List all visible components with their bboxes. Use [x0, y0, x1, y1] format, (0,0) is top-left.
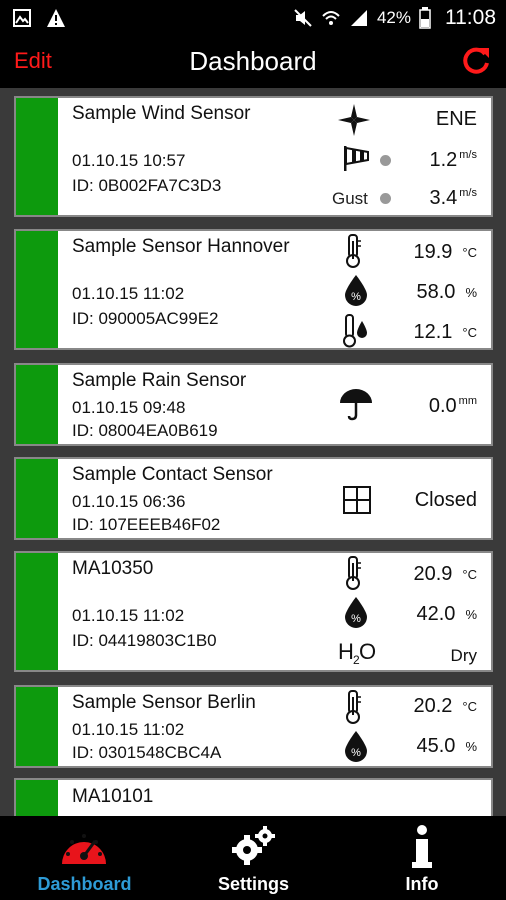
sensor-name: Sample Wind Sensor [72, 103, 251, 124]
humidity: 42.0% [416, 603, 478, 625]
gears-icon [232, 826, 275, 865]
battery-icon [419, 7, 431, 29]
dewpoint: 12.1 °C [413, 321, 477, 343]
tab-info[interactable]: Info [338, 816, 506, 900]
humidity: 45.0% [416, 735, 478, 757]
water-state: Dry [450, 646, 477, 665]
sensor-timestamp: 01.10.15 10:57 [72, 151, 186, 170]
page-title: Dashboard [189, 46, 317, 76]
gallery-icon [13, 9, 31, 27]
sensor-timestamp: 01.10.15 06:36 [72, 492, 186, 511]
status-bar-green [16, 553, 58, 670]
sensor-name: Sample Contact Sensor [72, 464, 273, 485]
sensor-card-ma10101[interactable]: MA10101 [14, 778, 493, 816]
sensor-id: ID: 08004EA0B619 [72, 421, 218, 440]
battery-percent: 42% [376, 8, 411, 27]
sensor-timestamp: 01.10.15 11:02 [72, 720, 185, 739]
sensor-list[interactable]: Sample Wind Sensor 01.10.15 10:57 ID: 0B… [0, 88, 506, 816]
svg-text:%: % [351, 291, 361, 303]
svg-text:O: O [359, 639, 376, 664]
dewpoint-icon [343, 314, 367, 348]
wind-gust: 3.4 m/s [429, 187, 477, 209]
sensor-id: ID: 0B002FA7C3D3 [72, 176, 222, 195]
sensor-name: MA10101 [72, 786, 154, 807]
wind-speed: 1.2 m/s [429, 149, 477, 171]
sensor-card-hannover[interactable]: Sample Sensor Hannover 01.10.15 11:02 ID… [14, 229, 493, 350]
tab-dashboard[interactable]: Dashboard [0, 816, 169, 900]
sensor-timestamp: 01.10.15 11:02 [72, 606, 185, 625]
gauge-icon [62, 834, 106, 864]
contact-state: Closed [414, 489, 477, 511]
sensor-card-ma10350[interactable]: MA10350 01.10.15 11:02 ID: 04419803C1B0 … [14, 551, 493, 672]
wind-direction: ENE [435, 108, 477, 130]
status-bar-green [16, 231, 58, 348]
rain-amount: 0.0 mm [428, 395, 477, 417]
sensor-card-berlin[interactable]: Sample Sensor Berlin 01.10.15 11:02 ID: … [14, 685, 493, 768]
signal-icon [350, 10, 367, 26]
humidity: 58.0% [416, 281, 478, 303]
temperature: 19.9 °C [413, 241, 477, 263]
temperature: 20.2 °C [413, 695, 477, 717]
tab-settings[interactable]: Settings [169, 816, 338, 900]
speed-dot [380, 155, 391, 166]
sensor-timestamp: 01.10.15 09:48 [72, 398, 186, 417]
tab-label: Dashboard [37, 874, 132, 894]
thermometer-icon [346, 556, 361, 590]
status-bar-green [16, 459, 58, 538]
wifi-icon [322, 11, 340, 25]
thermometer-icon [346, 234, 361, 268]
svg-text:%: % [351, 613, 361, 625]
gust-label: Gust [332, 189, 368, 208]
svg-text:%: % [351, 747, 361, 759]
refresh-icon[interactable] [460, 44, 492, 76]
humidity-drop-icon: % [345, 597, 367, 628]
status-bar: 42% 11:08 [0, 0, 506, 38]
sensor-card-wind[interactable]: Sample Wind Sensor 01.10.15 10:57 ID: 0B… [14, 96, 493, 217]
tab-label: Info [405, 874, 439, 894]
status-bar-green [16, 687, 58, 766]
windsock-icon [344, 146, 369, 171]
sensor-name: Sample Rain Sensor [72, 370, 247, 391]
info-icon [412, 825, 432, 868]
clock: 11:08 [445, 6, 496, 29]
compass-icon [338, 104, 370, 136]
bottom-navigation: Dashboard Settings Info [0, 816, 506, 900]
warning-icon [47, 9, 65, 27]
sensor-id: ID: 04419803C1B0 [72, 631, 217, 650]
sensor-name: MA10350 [72, 558, 154, 579]
thermometer-icon [346, 690, 361, 724]
temperature: 20.9 °C [413, 563, 477, 585]
sensor-card-contact[interactable]: Sample Contact Sensor 01.10.15 06:36 ID:… [14, 457, 493, 540]
sensor-card-rain[interactable]: Sample Rain Sensor 01.10.15 09:48 ID: 08… [14, 363, 493, 446]
window-icon [343, 486, 371, 514]
sensor-name: Sample Sensor Hannover [72, 236, 290, 257]
humidity-drop-icon: % [345, 275, 367, 306]
mute-icon [294, 9, 312, 27]
sensor-id: ID: 0301548CBC4A [72, 743, 222, 762]
status-bar-green [16, 780, 58, 816]
tab-label: Settings [217, 874, 289, 894]
sensor-name: Sample Sensor Berlin [72, 692, 256, 713]
sensor-timestamp: 01.10.15 11:02 [72, 284, 185, 303]
sensor-id: ID: 090005AC99E2 [72, 309, 219, 328]
humidity-drop-icon: % [345, 731, 367, 762]
gust-dot [380, 193, 391, 204]
app-bar: Edit Dashboard [0, 38, 506, 88]
status-bar-green [16, 98, 58, 215]
svg-text:H: H [338, 639, 354, 664]
water-h2o-icon: H 2 O [338, 639, 376, 667]
umbrella-icon [340, 389, 372, 421]
sensor-id: ID: 107EEEB46F02 [72, 515, 221, 534]
status-bar-green [16, 365, 58, 444]
